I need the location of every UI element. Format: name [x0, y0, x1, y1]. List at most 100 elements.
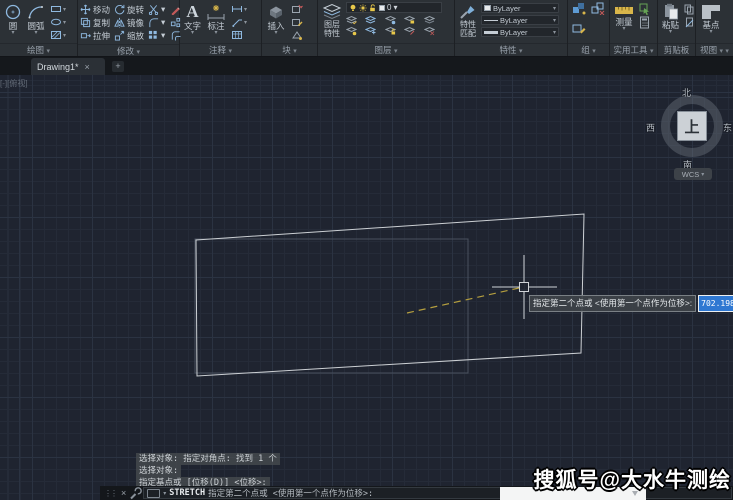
ungroup-icon [591, 2, 605, 15]
tab-close-icon[interactable]: × [85, 62, 90, 72]
dropdown-caret-icon: ▾ [63, 32, 66, 39]
panel-caret-icon: ▾ [228, 48, 232, 55]
circle-button[interactable]: 圆 ▾ [3, 2, 23, 37]
command-history-line: 选择对象: 指定对角点: 找到 1 个 [136, 452, 280, 464]
panel-label-groups[interactable]: 组 ▾ [568, 43, 609, 56]
calculator-icon [639, 16, 650, 29]
rotate-button[interactable]: 旋转 [114, 3, 146, 16]
copy-button[interactable]: 复制 [80, 16, 112, 29]
panel-label-draw[interactable]: 绘图 ▾ [0, 43, 77, 56]
dropdown-caret-icon: ▾ [191, 31, 194, 36]
create-block-button[interactable] [290, 3, 304, 15]
paste-button[interactable]: 粘贴 ▾ [661, 2, 680, 36]
move-icon [80, 4, 91, 15]
ribbon: 圆 ▾ 圆弧 ▾ ▾ [0, 0, 733, 57]
autocad-window: 圆 ▾ 圆弧 ▾ ▾ [0, 0, 733, 500]
panel-label-block[interactable]: 块 ▾ [262, 43, 317, 56]
layer-tool-icon[interactable] [365, 26, 376, 36]
panel-label-utilities[interactable]: 实用工具 ▾ [610, 43, 657, 56]
customize-wrench-icon[interactable] [129, 487, 142, 500]
layer-tool-icon[interactable] [346, 15, 357, 25]
linetype-dropdown[interactable]: ByLayer ▾ [481, 15, 559, 25]
leader-button[interactable]: ▾ [230, 16, 248, 28]
match-properties-button[interactable]: 特性 匹配 [458, 2, 478, 39]
mirror-button[interactable]: 镜像 [114, 16, 146, 29]
panel-utilities: 测量 ▾ [610, 0, 658, 56]
quick-select-button[interactable] [638, 3, 652, 15]
lineweight-dropdown[interactable]: ByLayer ▾ [481, 27, 559, 37]
layer-tool-icon[interactable] [404, 26, 415, 36]
ellipse-button[interactable]: ▾ [49, 16, 67, 28]
fillet-icon [148, 17, 159, 28]
drawing-canvas[interactable]: [-][俯视] 上 北 南 西 东 WCS ▾ 指定 [0, 75, 733, 500]
viewcube-north-label[interactable]: 北 [682, 86, 691, 99]
panel-label-clipboard[interactable]: 剪贴板 [658, 43, 695, 56]
viewcube-top-face[interactable]: 上 [677, 111, 707, 141]
group-edit-button[interactable] [571, 23, 587, 35]
insert-block-icon [266, 3, 286, 21]
panel-label-view[interactable]: 视图 ▾ ▾ [696, 43, 733, 56]
layer-select-dropdown[interactable]: 0 ▾ [346, 2, 442, 13]
dropdown-caret-icon: ▾ [215, 31, 218, 36]
base-button[interactable]: 基点 ▾ [699, 2, 723, 36]
group-button[interactable] [571, 2, 587, 14]
layer-tool-icon[interactable] [365, 15, 376, 25]
panel-label-properties[interactable]: 特性 ▾ [455, 43, 567, 56]
panel-label-modify[interactable]: 修改 ▾ [78, 44, 179, 57]
pickbox [520, 283, 529, 292]
dropdown-caret-icon: ▾ [553, 17, 556, 24]
trim-button[interactable]: ▾ [148, 3, 168, 16]
insert-block-button[interactable]: 插入 ▾ [265, 2, 287, 37]
scale-button[interactable]: 缩放 [114, 29, 146, 42]
edit-block-button[interactable] [290, 16, 304, 28]
edit-block-icon [291, 16, 303, 28]
dropdown-caret-icon: ▾ [34, 31, 37, 36]
dropdown-caret-icon: ▾ [63, 19, 66, 26]
new-tab-button[interactable]: + [112, 61, 124, 72]
rectangle-button[interactable]: ▾ [49, 3, 67, 15]
dropdown-caret-icon: ▾ [161, 17, 165, 28]
dropdown-caret-icon: ▾ [553, 5, 556, 12]
match-properties-icon [459, 3, 477, 20]
dock-grip-handle[interactable]: ⋮⋮ [100, 489, 118, 498]
dimension-icon [206, 3, 226, 21]
layer-tool-icon[interactable] [385, 15, 396, 25]
scale-icon [114, 30, 125, 41]
text-button[interactable]: A 文字 ▾ [183, 2, 202, 37]
dimension-button[interactable]: 标注 ▾ [205, 2, 227, 37]
array-button[interactable]: ▾ [148, 29, 168, 42]
tab-drawing1[interactable]: Drawing1* × [31, 58, 105, 75]
dynamic-input-prompt: 指定第二个点或 <使用第一个点作为位移>: [529, 295, 696, 312]
layer-tool-icon[interactable] [404, 15, 415, 25]
panel-label-annotation[interactable]: 注释 ▾ [180, 43, 261, 56]
ungroup-button[interactable] [590, 2, 606, 14]
layer-properties-button[interactable]: 图层 特性 [321, 2, 343, 39]
stretch-button[interactable]: 拉伸 [80, 29, 112, 42]
viewcube-west-label[interactable]: 西 [646, 121, 655, 134]
layer-tool-icon[interactable] [424, 26, 435, 36]
measure-button[interactable]: 测量 ▾ [613, 2, 635, 33]
copy-clip-button[interactable] [683, 3, 696, 15]
arc-button[interactable]: 圆弧 ▾ [26, 2, 46, 37]
wcs-dropdown[interactable]: WCS ▾ [674, 168, 712, 180]
panel-label-layers[interactable]: 图层 ▾ [318, 43, 454, 56]
layer-tool-icon[interactable] [346, 26, 357, 36]
dropdown-caret-icon: ▾ [161, 30, 165, 41]
hatch-button[interactable]: ▾ [49, 29, 67, 41]
object-color-dropdown[interactable]: ByLayer ▾ [481, 3, 559, 13]
viewcube-east-label[interactable]: 东 [723, 121, 732, 134]
move-button[interactable]: 移动 [80, 3, 112, 16]
layer-tool-icon[interactable] [385, 26, 396, 36]
cut-clip-button[interactable] [683, 16, 696, 28]
dropdown-caret-icon: ▾ [244, 6, 247, 13]
command-options-icon[interactable] [147, 489, 160, 498]
dock-close-icon[interactable]: × [118, 488, 129, 498]
block-attributes-button[interactable] [290, 29, 304, 41]
calculator-button[interactable] [638, 16, 652, 28]
linear-dimension-button[interactable]: ▾ [230, 3, 248, 15]
text-icon: A [186, 3, 198, 21]
layer-tool-icon[interactable] [424, 15, 435, 25]
fillet-button[interactable]: ▾ [148, 16, 168, 29]
table-button[interactable] [230, 29, 248, 41]
dynamic-input-distance-field[interactable]: 702.1980 [698, 295, 733, 312]
